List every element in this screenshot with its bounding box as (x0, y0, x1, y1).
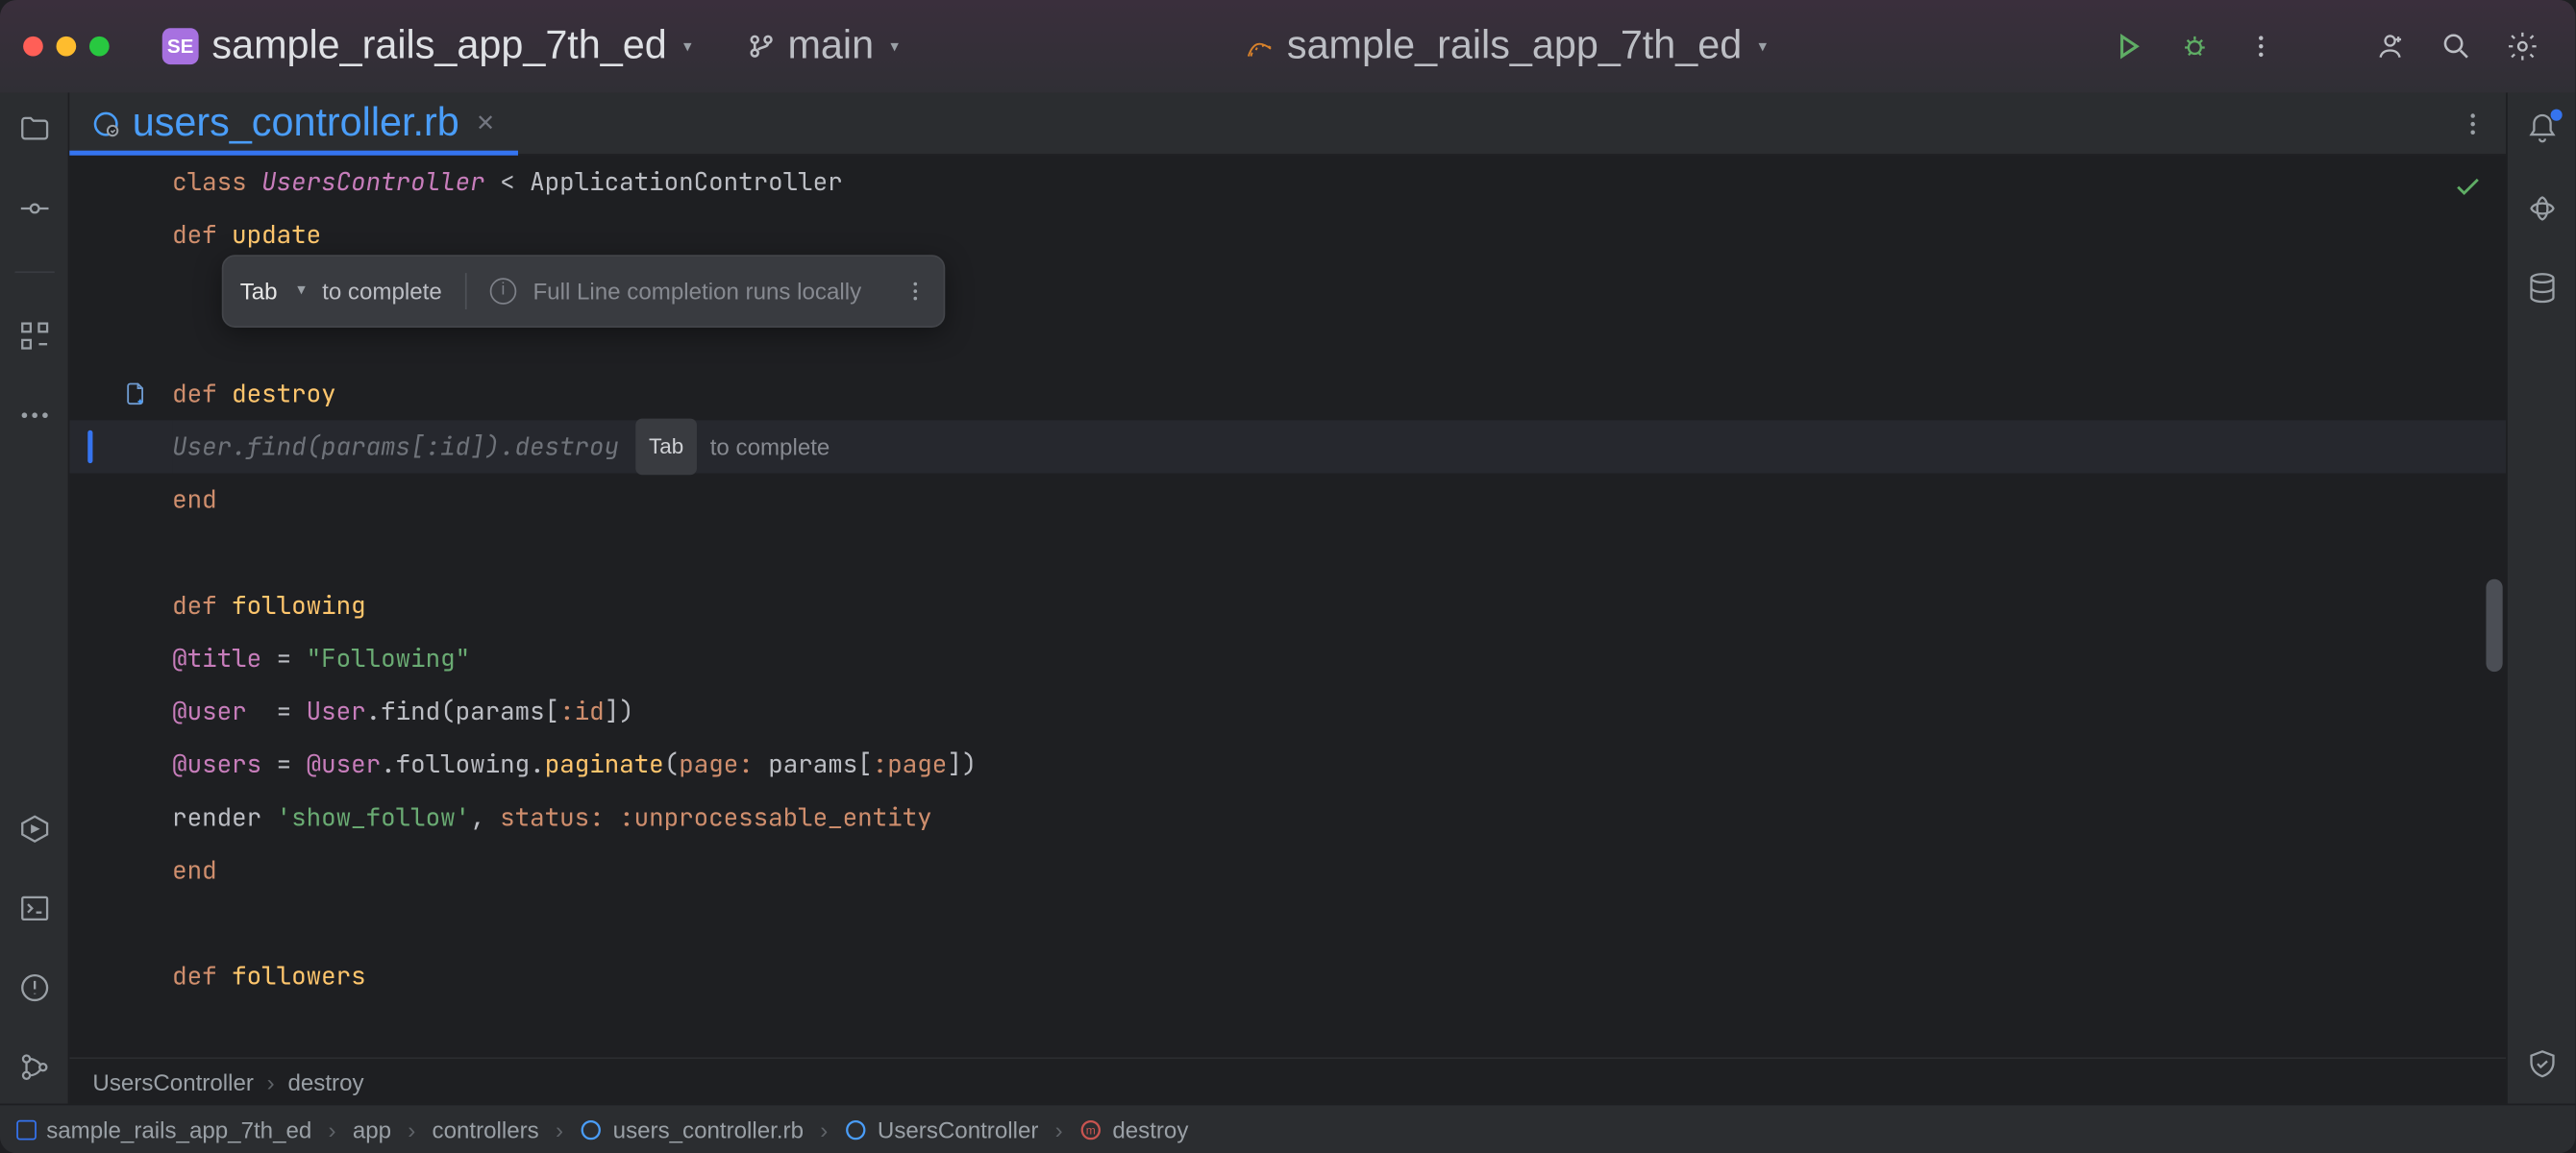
run-button[interactable] (2112, 30, 2144, 62)
chevron-down-icon: ▾ (1758, 37, 1767, 56)
gutter (69, 156, 172, 1057)
method-icon: m (1079, 1117, 1102, 1141)
minimize-window-button[interactable] (57, 37, 77, 57)
right-tool-rail (2506, 92, 2575, 1103)
services-tool-button[interactable] (17, 813, 50, 846)
tab-options-button[interactable] (2440, 92, 2506, 154)
inline-hint-text: to complete (710, 420, 830, 473)
left-tool-rail (0, 92, 69, 1103)
code-line[interactable]: @user = User.find(params[:id]) (172, 685, 2506, 738)
titlebar: SE sample_rails_app_7th_ed ▾ main ▾ samp… (0, 0, 2575, 92)
code-line[interactable]: end (172, 844, 2506, 896)
inline-tab-hint: Tab (635, 419, 697, 476)
branch-selector[interactable]: main ▾ (748, 23, 899, 69)
database-tool-button[interactable] (2525, 271, 2558, 304)
chevron-down-icon: ▾ (890, 37, 899, 56)
code-editor[interactable]: Tab ▾ to complete i Full Line completion… (69, 156, 2506, 1057)
tab-users-controller[interactable]: users_controller.rb ✕ (69, 92, 518, 154)
structure-class[interactable]: UsersController (92, 1068, 253, 1095)
branch-name: main (788, 23, 875, 69)
notifications-button[interactable] (2525, 112, 2558, 145)
branch-icon (748, 33, 775, 60)
project-icon (16, 1119, 37, 1140)
code-line[interactable]: @title = "Following" (172, 632, 2506, 685)
shield-tool-button[interactable] (2525, 1047, 2558, 1080)
code-line[interactable]: def update (172, 209, 2506, 261)
code-line[interactable]: @users = @user.following.paginate(page: … (172, 738, 2506, 791)
code-line[interactable]: render 'show_follow', status: :unprocess… (172, 791, 2506, 844)
class-icon (844, 1117, 867, 1141)
chevron-down-icon: ▾ (683, 37, 692, 56)
problems-tool-button[interactable] (17, 971, 50, 1004)
close-tab-button[interactable]: ✕ (476, 110, 495, 137)
code-line[interactable] (172, 261, 2506, 314)
code-line[interactable] (172, 314, 2506, 367)
breadcrumb-item[interactable]: controllers (433, 1116, 539, 1142)
project-name: sample_rails_app_7th_ed (211, 23, 666, 69)
ai-assistant-button[interactable] (2525, 192, 2558, 225)
settings-button[interactable] (2506, 30, 2539, 62)
project-tool-button[interactable] (17, 112, 50, 145)
code-line[interactable]: class UsersController < ApplicationContr… (172, 156, 2506, 209)
close-window-button[interactable] (23, 37, 43, 57)
terminal-tool-button[interactable] (17, 892, 50, 924)
maximize-window-button[interactable] (89, 37, 110, 57)
breadcrumb-item[interactable]: sample_rails_app_7th_ed (16, 1116, 311, 1142)
new-file-gutter-icon[interactable] (122, 380, 149, 407)
code-line[interactable]: end (172, 473, 2506, 526)
caret-line-indicator (87, 430, 92, 463)
code-line[interactable] (172, 527, 2506, 579)
editor-tabbar: users_controller.rb ✕ (69, 92, 2506, 155)
commit-tool-button[interactable] (17, 192, 50, 225)
svg-text:m: m (1086, 1123, 1096, 1137)
ghost-completion-text: User.find(params[:id]).destroy (172, 420, 619, 473)
code-line[interactable]: def following (172, 579, 2506, 632)
search-button[interactable] (2440, 30, 2472, 62)
vcs-tool-button[interactable] (17, 1050, 50, 1083)
window-controls (23, 37, 110, 57)
breadcrumb-item[interactable]: m destroy (1079, 1116, 1189, 1142)
breadcrumb-item[interactable]: users_controller.rb (580, 1116, 804, 1142)
run-configuration-selector[interactable]: sample_rails_app_7th_ed ▾ (1244, 23, 1767, 69)
navigation-bar: sample_rails_app_7th_ed › app › controll… (0, 1104, 2575, 1153)
code-line[interactable] (172, 896, 2506, 949)
run-config-name: sample_rails_app_7th_ed (1287, 23, 1742, 69)
code-line[interactable]: def destroy (172, 367, 2506, 420)
breadcrumb-item[interactable]: app (353, 1116, 391, 1142)
code-with-me-button[interactable] (2373, 30, 2406, 62)
more-tools-button[interactable] (17, 399, 50, 431)
tab-filename: users_controller.rb (133, 100, 459, 146)
rails-icon (1244, 32, 1274, 61)
ruby-file-icon (92, 110, 119, 137)
more-actions-button[interactable] (2244, 30, 2277, 62)
debug-button[interactable] (2178, 30, 2211, 62)
breadcrumb-item[interactable]: UsersController (844, 1116, 1038, 1142)
structure-method[interactable]: destroy (287, 1068, 363, 1095)
code-line-current[interactable]: User.find(params[:id]).destroy Tabto comp… (172, 420, 2506, 473)
project-selector[interactable]: SE sample_rails_app_7th_ed ▾ (149, 16, 705, 76)
project-badge: SE (162, 28, 199, 64)
code-line[interactable]: def followers (172, 949, 2506, 1002)
ruby-file-icon (580, 1117, 603, 1141)
structure-breadcrumb: UsersController › destroy (69, 1057, 2506, 1103)
structure-tool-button[interactable] (17, 319, 50, 352)
